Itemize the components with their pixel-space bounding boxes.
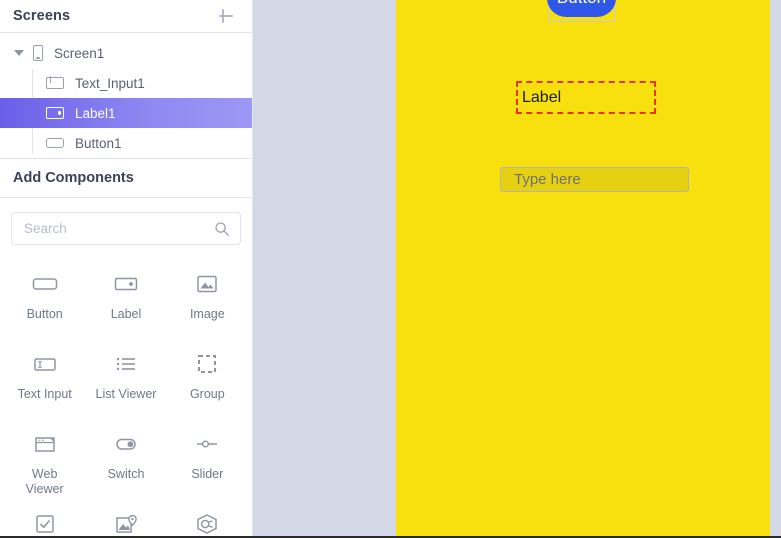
- palette-item-web-viewer[interactable]: Web Viewer: [4, 419, 85, 499]
- palette-item-label: Button: [26, 307, 63, 321]
- canvas-component-label[interactable]: Label: [516, 81, 656, 114]
- palette-item-text-input[interactable]: Text Input: [4, 339, 85, 419]
- checkbox-icon: [30, 507, 60, 536]
- component-palette: Button Label Image Text Input List Viewe…: [0, 245, 252, 536]
- left-panel: Screens Screen1 Text_Input1 Label1 Butto: [0, 0, 253, 536]
- canvas-label-text: Label: [522, 88, 562, 106]
- workspace[interactable]: Button Label Type here: [253, 0, 781, 536]
- app-root: Screens Screen1 Text_Input1 Label1 Butto: [0, 0, 781, 538]
- screens-tree: Screen1 Text_Input1 Label1 Button1: [0, 33, 252, 159]
- palette-item-group[interactable]: Group: [167, 339, 248, 419]
- canvas-component-button[interactable]: Button: [547, 0, 616, 17]
- palette-item-switch[interactable]: Switch: [85, 419, 166, 499]
- text-input-icon: [46, 75, 64, 89]
- tree-item-label: Screen1: [54, 45, 105, 61]
- label-icon: [46, 107, 64, 119]
- palette-item-image[interactable]: Image: [167, 259, 248, 339]
- palette-item-map-image[interactable]: [85, 499, 166, 536]
- palette-item-label: Label: [110, 307, 142, 321]
- palette-item-label: Group: [189, 387, 225, 401]
- canvas-text-input-placeholder: Type here: [514, 171, 581, 188]
- palette-item-label[interactable]: Label: [85, 259, 166, 339]
- tree-item-screen1[interactable]: Screen1: [0, 38, 252, 68]
- palette-item-label: Text Input: [17, 387, 72, 401]
- image-icon: [192, 267, 222, 301]
- screens-header: Screens: [0, 0, 252, 33]
- list-icon: [111, 347, 141, 381]
- phone-icon: [33, 45, 43, 61]
- palette-item-list-viewer[interactable]: List Viewer: [85, 339, 166, 419]
- chevron-down-icon[interactable]: [14, 50, 24, 56]
- canvas-component-text-input[interactable]: Type here: [500, 167, 689, 192]
- plus-icon[interactable]: [216, 6, 236, 26]
- palette-item-label: Slider: [191, 467, 224, 481]
- canvas-component-button-bounds[interactable]: Button: [547, 0, 616, 22]
- search-area: [0, 198, 252, 245]
- map-image-icon: [111, 507, 141, 536]
- screens-title: Screens: [13, 8, 71, 24]
- palette-item-checkbox[interactable]: [4, 499, 85, 536]
- canvas-button-label: Button: [557, 0, 606, 8]
- palette-item-label: Switch: [107, 467, 145, 481]
- tree-item-label: Label1: [75, 105, 116, 121]
- add-components-title: Add Components: [13, 170, 134, 186]
- tree-item-label: Button1: [75, 135, 122, 151]
- device-canvas[interactable]: Button Label Type here: [396, 0, 770, 536]
- group-dashed-icon: [192, 347, 222, 381]
- palette-item-button[interactable]: Button: [4, 259, 85, 339]
- tree-item-button1[interactable]: Button1: [0, 128, 252, 158]
- button-icon: [46, 138, 64, 148]
- tree-item-text-input1[interactable]: Text_Input1: [0, 68, 252, 98]
- search-box[interactable]: [11, 212, 241, 245]
- hexagon-icon: [192, 507, 222, 536]
- web-viewer-icon: [30, 427, 60, 461]
- button-icon: [30, 267, 60, 301]
- tree-item-label: Text_Input1: [75, 75, 145, 91]
- palette-item-label: Web Viewer: [25, 467, 64, 496]
- palette-item-label: Image: [189, 307, 225, 321]
- search-icon[interactable]: [214, 221, 230, 237]
- palette-item-label: List Viewer: [95, 387, 157, 401]
- tree-item-label1[interactable]: Label1: [0, 98, 252, 128]
- switch-icon: [111, 427, 141, 461]
- add-components-header: Add Components: [0, 159, 252, 198]
- search-input[interactable]: [24, 221, 214, 236]
- palette-item-slider[interactable]: Slider: [167, 419, 248, 499]
- slider-icon: [192, 427, 222, 461]
- text-input-icon: [30, 347, 60, 381]
- label-icon: [111, 267, 141, 301]
- palette-item-hexagon[interactable]: [167, 499, 248, 536]
